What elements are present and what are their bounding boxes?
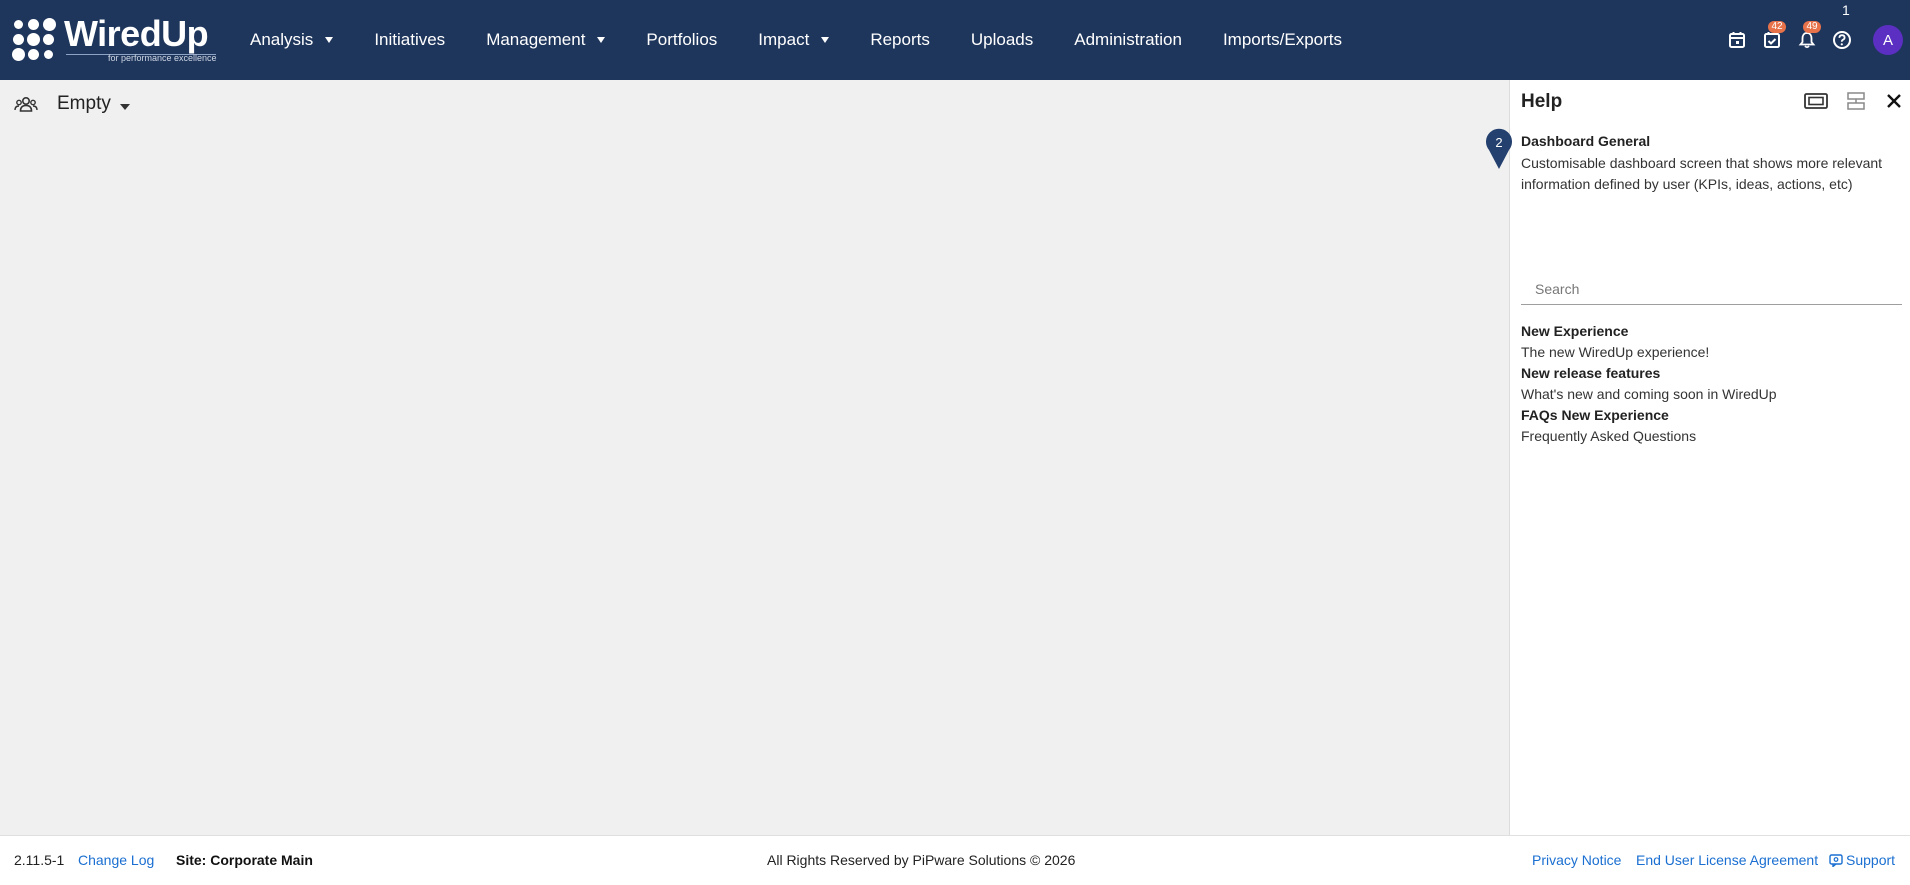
nav-reports[interactable]: Reports (870, 20, 930, 60)
help-panel: Help 2 Dashboard General Customisable da… (1486, 80, 1910, 835)
wiredup-logo[interactable]: WiredUp for performance excellence (12, 13, 218, 66)
context-help-description: Customisable dashboard screen that shows… (1521, 155, 1883, 192)
nav-label: Management (486, 30, 586, 49)
caret-down-icon (821, 37, 830, 43)
nav-imports-exports[interactable]: Imports/Exports (1223, 20, 1342, 60)
nav-label: Uploads (970, 30, 1034, 49)
close-icon[interactable] (1880, 89, 1908, 113)
context-help-title: Dashboard General (1521, 133, 1651, 149)
eula-link[interactable]: End User License Agreement (1636, 852, 1818, 868)
help-article-title: FAQs New Experience (1521, 407, 1669, 423)
site-label: Site: Corporate Main (176, 852, 313, 868)
help-search-input[interactable] (1521, 273, 1902, 305)
help-article[interactable]: New Experience The new WiredUp experienc… (1521, 321, 1901, 363)
nav-initiatives[interactable]: Initiatives (374, 20, 445, 60)
nav-label: Analysis (250, 30, 314, 49)
footer: 2.11.5-1 Change Log Site: Corporate Main… (0, 835, 1910, 885)
help-article-description: The new WiredUp experience! (1521, 344, 1710, 360)
help-article[interactable]: FAQs New Experience Frequently Asked Que… (1521, 405, 1901, 447)
main-nav: Analysis Initiatives Management Portfoli… (250, 0, 1383, 80)
help-article-description: What's new and coming soon in WiredUp (1521, 386, 1777, 402)
version-label: 2.11.5-1 (14, 852, 65, 868)
logo-tagline: for performance excellence (108, 53, 217, 63)
help-article[interactable]: New release features What's new and comi… (1521, 363, 1901, 405)
logo-dots-icon (12, 18, 58, 64)
people-group-icon (14, 95, 38, 115)
nav-label: Impact (758, 30, 810, 49)
nav-analysis[interactable]: Analysis (250, 20, 334, 60)
help-article-title: New release features (1521, 365, 1661, 381)
help-marker-number: 2 (1495, 135, 1503, 150)
top-navigation-bar: WiredUp for performance excellence Analy… (0, 0, 1910, 80)
nav-management[interactable]: Management (486, 20, 606, 60)
nav-administration[interactable]: Administration (1074, 20, 1182, 60)
nav-portfolios[interactable]: Portfolios (646, 20, 717, 60)
nav-label: Administration (1074, 30, 1182, 49)
support-icon (1829, 853, 1843, 867)
change-log-link[interactable]: Change Log (78, 852, 154, 868)
caret-down-icon (325, 37, 334, 43)
split-layout-icon[interactable] (1842, 89, 1870, 113)
nav-label: Initiatives (374, 30, 446, 49)
logo-wordmark: WiredUp (64, 13, 209, 54)
help-article-list: New Experience The new WiredUp experienc… (1521, 321, 1901, 447)
nav-uploads[interactable]: Uploads (971, 20, 1033, 60)
caret-down-icon[interactable] (120, 104, 130, 110)
nav-impact[interactable]: Impact (758, 20, 830, 60)
help-circle-icon[interactable] (1830, 28, 1854, 52)
tasks-badge: 42 (1768, 21, 1786, 33)
nav-label: Portfolios (646, 30, 718, 49)
privacy-notice-link[interactable]: Privacy Notice (1532, 852, 1621, 868)
help-panel-title: Help (1521, 91, 1563, 112)
copyright-text: All Rights Reserved by PiPware Solutions… (767, 852, 1076, 868)
user-avatar[interactable]: A (1873, 25, 1903, 55)
calendar-icon[interactable] (1725, 28, 1749, 52)
dock-panel-icon[interactable] (1802, 89, 1830, 113)
dashboard-name[interactable]: Empty (57, 93, 111, 115)
caret-down-icon (597, 37, 606, 43)
nav-label: Imports/Exports (1222, 30, 1342, 49)
nav-label: Reports (870, 30, 930, 49)
support-label: Support (1846, 852, 1896, 868)
help-article-title: New Experience (1521, 323, 1629, 339)
notifications-badge: 49 (1803, 21, 1821, 33)
help-article-description: Frequently Asked Questions (1521, 428, 1697, 444)
help-count: 1 (1842, 2, 1850, 18)
support-link[interactable]: Support (1829, 852, 1895, 868)
